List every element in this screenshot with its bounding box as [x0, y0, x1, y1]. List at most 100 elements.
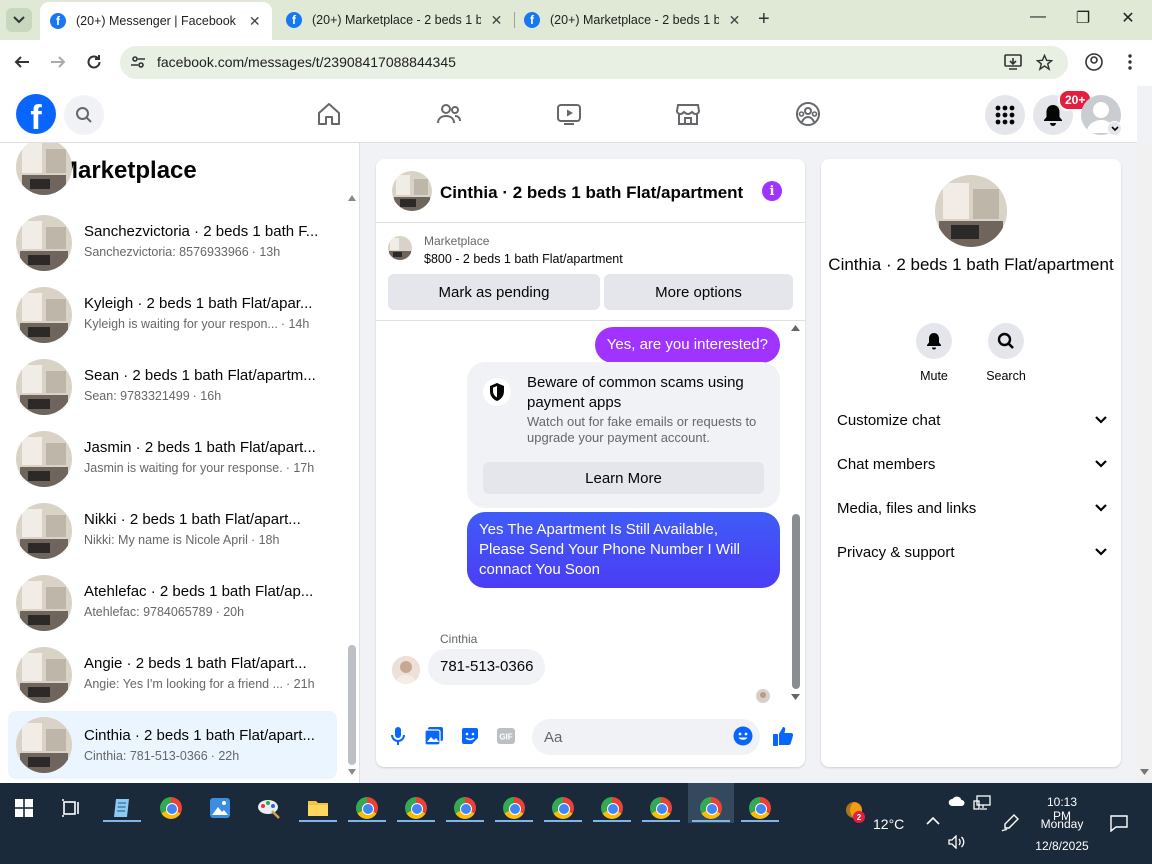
conversation-preview: Kyleigh is waiting for your respon... · 1…: [84, 317, 324, 331]
home-icon[interactable]: [315, 100, 343, 128]
task-view-icon[interactable]: [51, 789, 91, 827]
list-item[interactable]: Nikki · 2 beds 1 bath Flat/apart... Nikk…: [8, 499, 337, 563]
chat-thumbnail[interactable]: [392, 171, 432, 211]
address-bar[interactable]: facebook.com/messages/t/2390841708884434…: [120, 46, 1068, 79]
list-item[interactable]: Sean · 2 beds 1 bath Flat/apartm... Sean…: [8, 355, 337, 419]
list-item[interactable]: Atehlefac · 2 beds 1 bath Flat/ap... Ate…: [8, 571, 337, 635]
scroll-up-arrow-icon[interactable]: [791, 325, 800, 331]
chat-scrollbar-thumb[interactable]: [792, 514, 800, 689]
app-running-indicator: [446, 820, 484, 822]
maximize-icon[interactable]: ❐: [1073, 8, 1093, 28]
emoji-icon[interactable]: [732, 725, 754, 747]
seen-receipt-avatar: [756, 689, 770, 703]
sticker-icon[interactable]: [459, 725, 481, 747]
notification-center-icon[interactable]: [1110, 815, 1128, 835]
listing-thumbnail: [16, 359, 72, 415]
clock-day[interactable]: Monday: [1040, 817, 1084, 831]
account-dropdown-icon[interactable]: [1107, 121, 1122, 136]
listing-description[interactable]: $800 - 2 beds 1 bath Flat/apartment: [424, 252, 623, 266]
scroll-up-arrow-icon[interactable]: [348, 195, 356, 201]
tab-messenger[interactable]: f (20+) Messenger | Facebook ✕: [40, 2, 272, 40]
close-tab-icon[interactable]: ✕: [247, 13, 262, 30]
gif-icon[interactable]: GIF: [495, 725, 517, 747]
message-input[interactable]: [532, 719, 760, 755]
site-settings-icon[interactable]: [130, 54, 146, 70]
close-window-icon[interactable]: ✕: [1118, 8, 1138, 28]
mute-action[interactable]: Mute: [904, 323, 964, 383]
chat-title[interactable]: Cinthia · 2 beds 1 bath Flat/apartment: [440, 183, 743, 203]
back-icon[interactable]: [11, 51, 33, 73]
bookmark-star-icon[interactable]: [1036, 54, 1053, 71]
profile-thumbnail[interactable]: [935, 175, 1007, 247]
app-photos-icon[interactable]: [200, 789, 240, 827]
app-paint-icon[interactable]: [249, 789, 289, 827]
chat-members-section[interactable]: Chat members: [837, 452, 1107, 476]
learn-more-button[interactable]: Learn More: [483, 462, 764, 494]
new-tab-icon[interactable]: +: [758, 8, 770, 31]
page-scrollbar[interactable]: [1137, 143, 1152, 783]
scroll-down-arrow-icon[interactable]: [348, 769, 356, 775]
outgoing-message[interactable]: Yes, are you interested?: [594, 327, 780, 363]
preview-text: Nikki: My name is Nicole April: [84, 533, 248, 547]
facebook-logo-icon[interactable]: f: [16, 94, 56, 134]
groups-icon[interactable]: [794, 100, 822, 128]
more-options-button[interactable]: More options: [604, 274, 793, 310]
search-action[interactable]: Search: [976, 323, 1036, 383]
list-scrollbar-thumb[interactable]: [348, 645, 356, 765]
bell-icon: [916, 323, 952, 359]
onedrive-icon[interactable]: [948, 795, 966, 810]
forward-icon[interactable]: [47, 51, 69, 73]
preview-text: Cinthia: 781-513-0366: [84, 749, 208, 763]
photo-icon[interactable]: [423, 725, 445, 747]
marketplace-icon[interactable]: [674, 100, 702, 128]
list-item[interactable]: [8, 143, 337, 199]
list-item[interactable]: Sanchezvictoria · 2 beds 1 bath F... San…: [8, 211, 337, 275]
reload-icon[interactable]: [83, 51, 105, 73]
list-item[interactable]: Jasmin · 2 beds 1 bath Flat/apart... Jas…: [8, 427, 337, 491]
app-running-indicator: [692, 820, 730, 822]
conversation-preview: Sanchezvictoria: 8576933966 · 13h: [84, 245, 324, 259]
show-hidden-icons-icon[interactable]: [926, 813, 940, 829]
conversation-name: Sean · 2 beds 1 bath Flat/apartm...: [84, 367, 316, 384]
facebook-search-button[interactable]: [64, 95, 104, 135]
tab-marketplace-2[interactable]: f (20+) Marketplace - 2 beds 1 b ✕: [514, 4, 752, 36]
menu-grid-button[interactable]: [985, 95, 1025, 135]
browser-menu-icon[interactable]: [1119, 51, 1141, 73]
preview-text: Jasmin is waiting for your response.: [84, 461, 283, 475]
preview-time: · 17h: [285, 461, 315, 475]
microphone-icon[interactable]: [387, 725, 409, 747]
scam-warning-card: Beware of common scams using payment app…: [467, 362, 780, 508]
watch-video-icon[interactable]: [555, 100, 583, 128]
install-app-icon[interactable]: [1004, 54, 1022, 70]
scroll-down-arrow-icon[interactable]: [1140, 769, 1149, 775]
list-item-selected[interactable]: Cinthia · 2 beds 1 bath Flat/apart... Ci…: [8, 711, 337, 779]
list-item[interactable]: Kyleigh · 2 beds 1 bath Flat/apar... Kyl…: [8, 283, 337, 347]
windows-start-icon[interactable]: [4, 789, 44, 827]
info-icon[interactable]: i: [762, 181, 782, 201]
chrome-icon[interactable]: [151, 789, 191, 827]
tab-search-dropdown[interactable]: [6, 8, 32, 32]
profile-icon[interactable]: [1083, 51, 1105, 73]
clock-date[interactable]: 12/8/2025: [1032, 839, 1092, 853]
sender-avatar[interactable]: [392, 656, 420, 684]
list-item[interactable]: Angie · 2 beds 1 bath Flat/apart... Angi…: [8, 643, 337, 707]
scroll-down-arrow-icon[interactable]: [791, 694, 800, 700]
close-tab-icon[interactable]: ✕: [727, 12, 742, 29]
close-tab-icon[interactable]: ✕: [489, 12, 504, 29]
thumbs-up-icon[interactable]: [772, 725, 794, 747]
outgoing-message[interactable]: Yes The Apartment Is Still Available, Pl…: [467, 512, 780, 588]
pen-icon[interactable]: [1001, 814, 1019, 835]
grid-menu-icon: [995, 105, 1015, 125]
incoming-message[interactable]: 781-513-0366: [428, 649, 546, 685]
tab-marketplace-1[interactable]: f (20+) Marketplace - 2 beds 1 b ✕: [276, 4, 514, 36]
network-icon[interactable]: [973, 795, 991, 814]
privacy-support-section[interactable]: Privacy & support: [837, 540, 1107, 564]
temperature-text[interactable]: 12°C: [873, 816, 904, 832]
mark-as-pending-button[interactable]: Mark as pending: [388, 274, 600, 310]
minimize-icon[interactable]: —: [1028, 8, 1048, 26]
customize-chat-section[interactable]: Customize chat: [837, 408, 1107, 432]
listing-card: Marketplace $800 - 2 beds 1 bath Flat/ap…: [376, 224, 805, 321]
media-files-links-section[interactable]: Media, files and links: [837, 496, 1107, 520]
volume-icon[interactable]: [948, 834, 966, 852]
friends-icon[interactable]: [435, 100, 463, 128]
